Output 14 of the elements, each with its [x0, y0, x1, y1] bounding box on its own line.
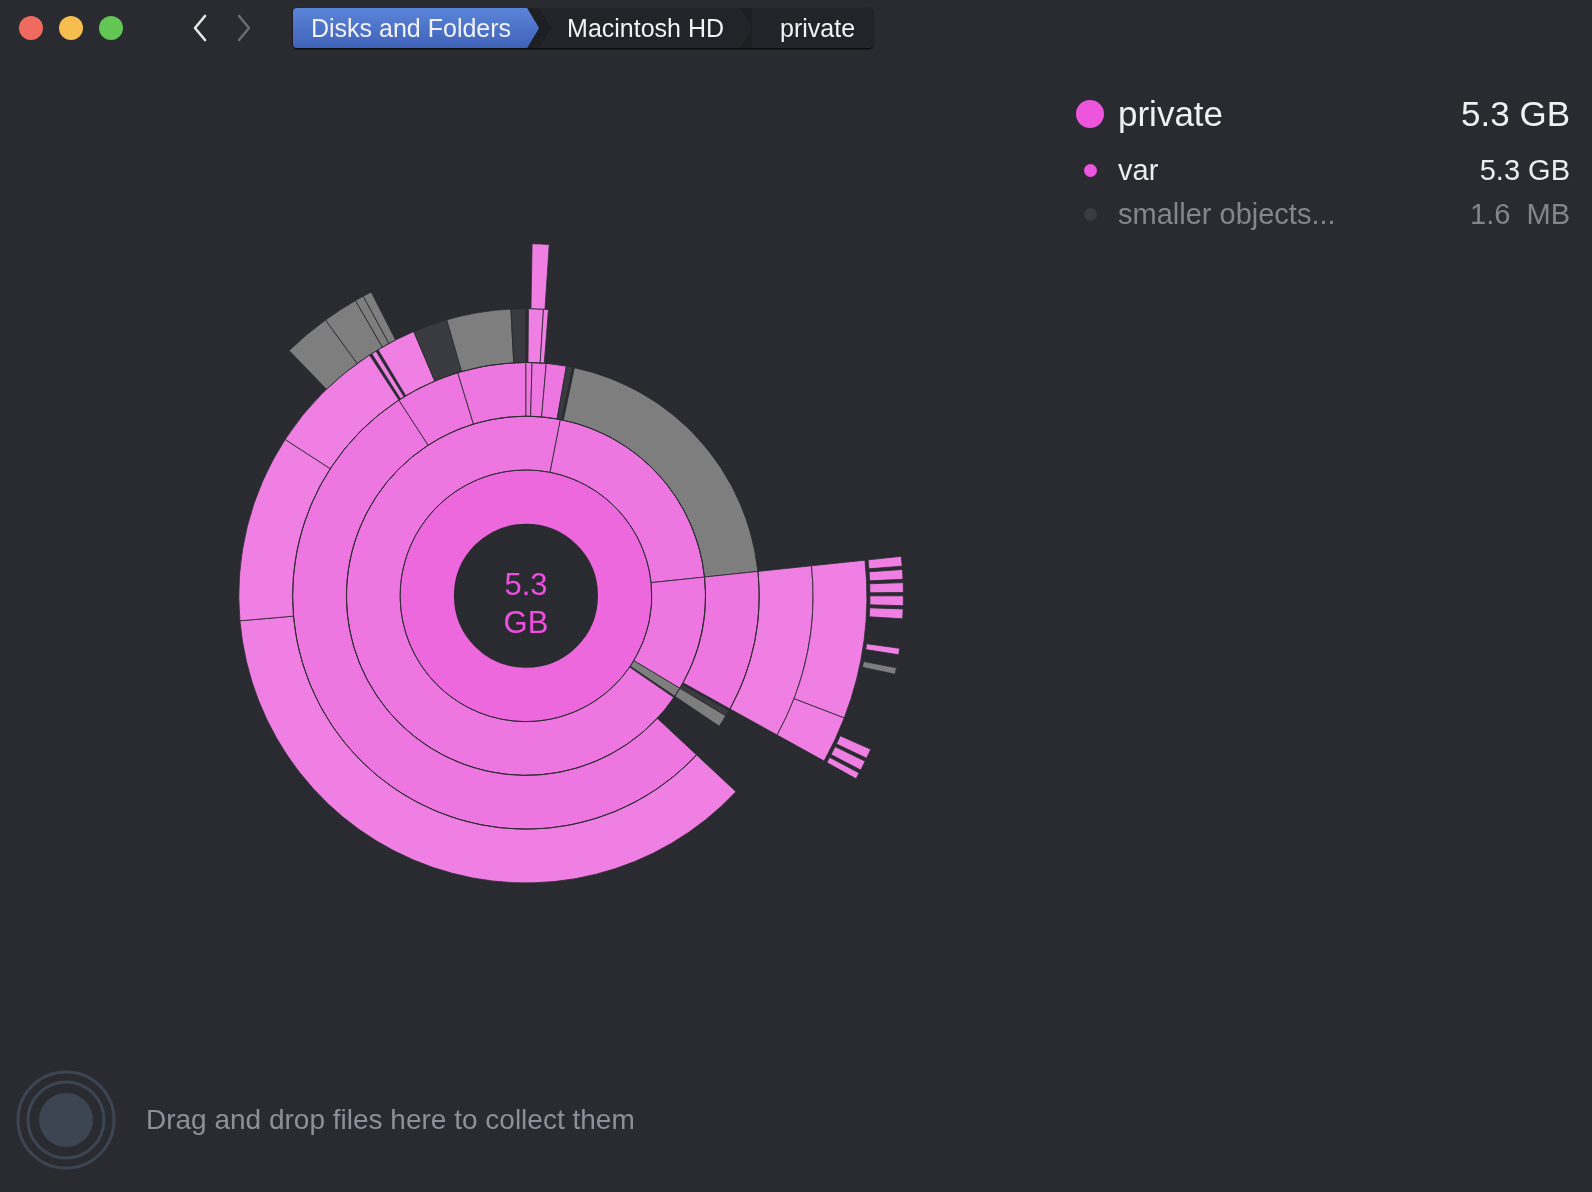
- breadcrumb-item[interactable]: private: [752, 8, 874, 48]
- window-control-button[interactable]: [59, 16, 83, 40]
- folder-size: 5.3 GB: [1461, 94, 1570, 134]
- breadcrumb-item[interactable]: Macintosh HD: [539, 8, 753, 48]
- folder-size: 5.3 GB: [1479, 153, 1570, 187]
- folder-name[interactable]: var: [1110, 153, 1480, 187]
- folder-size: 1.6 MB: [1470, 197, 1570, 231]
- drop-zone-hint: Drag and drop files here to collect them: [146, 1104, 635, 1136]
- window-control-button[interactable]: [19, 16, 43, 40]
- folder-name[interactable]: private: [1110, 94, 1462, 134]
- folder-name[interactable]: smaller objects...: [1110, 197, 1471, 231]
- total-size-label: 5.3 GB: [502, 566, 550, 642]
- window-control-button[interactable]: [99, 16, 123, 40]
- breadcrumb-item[interactable]: Disks and Folders: [293, 8, 540, 48]
